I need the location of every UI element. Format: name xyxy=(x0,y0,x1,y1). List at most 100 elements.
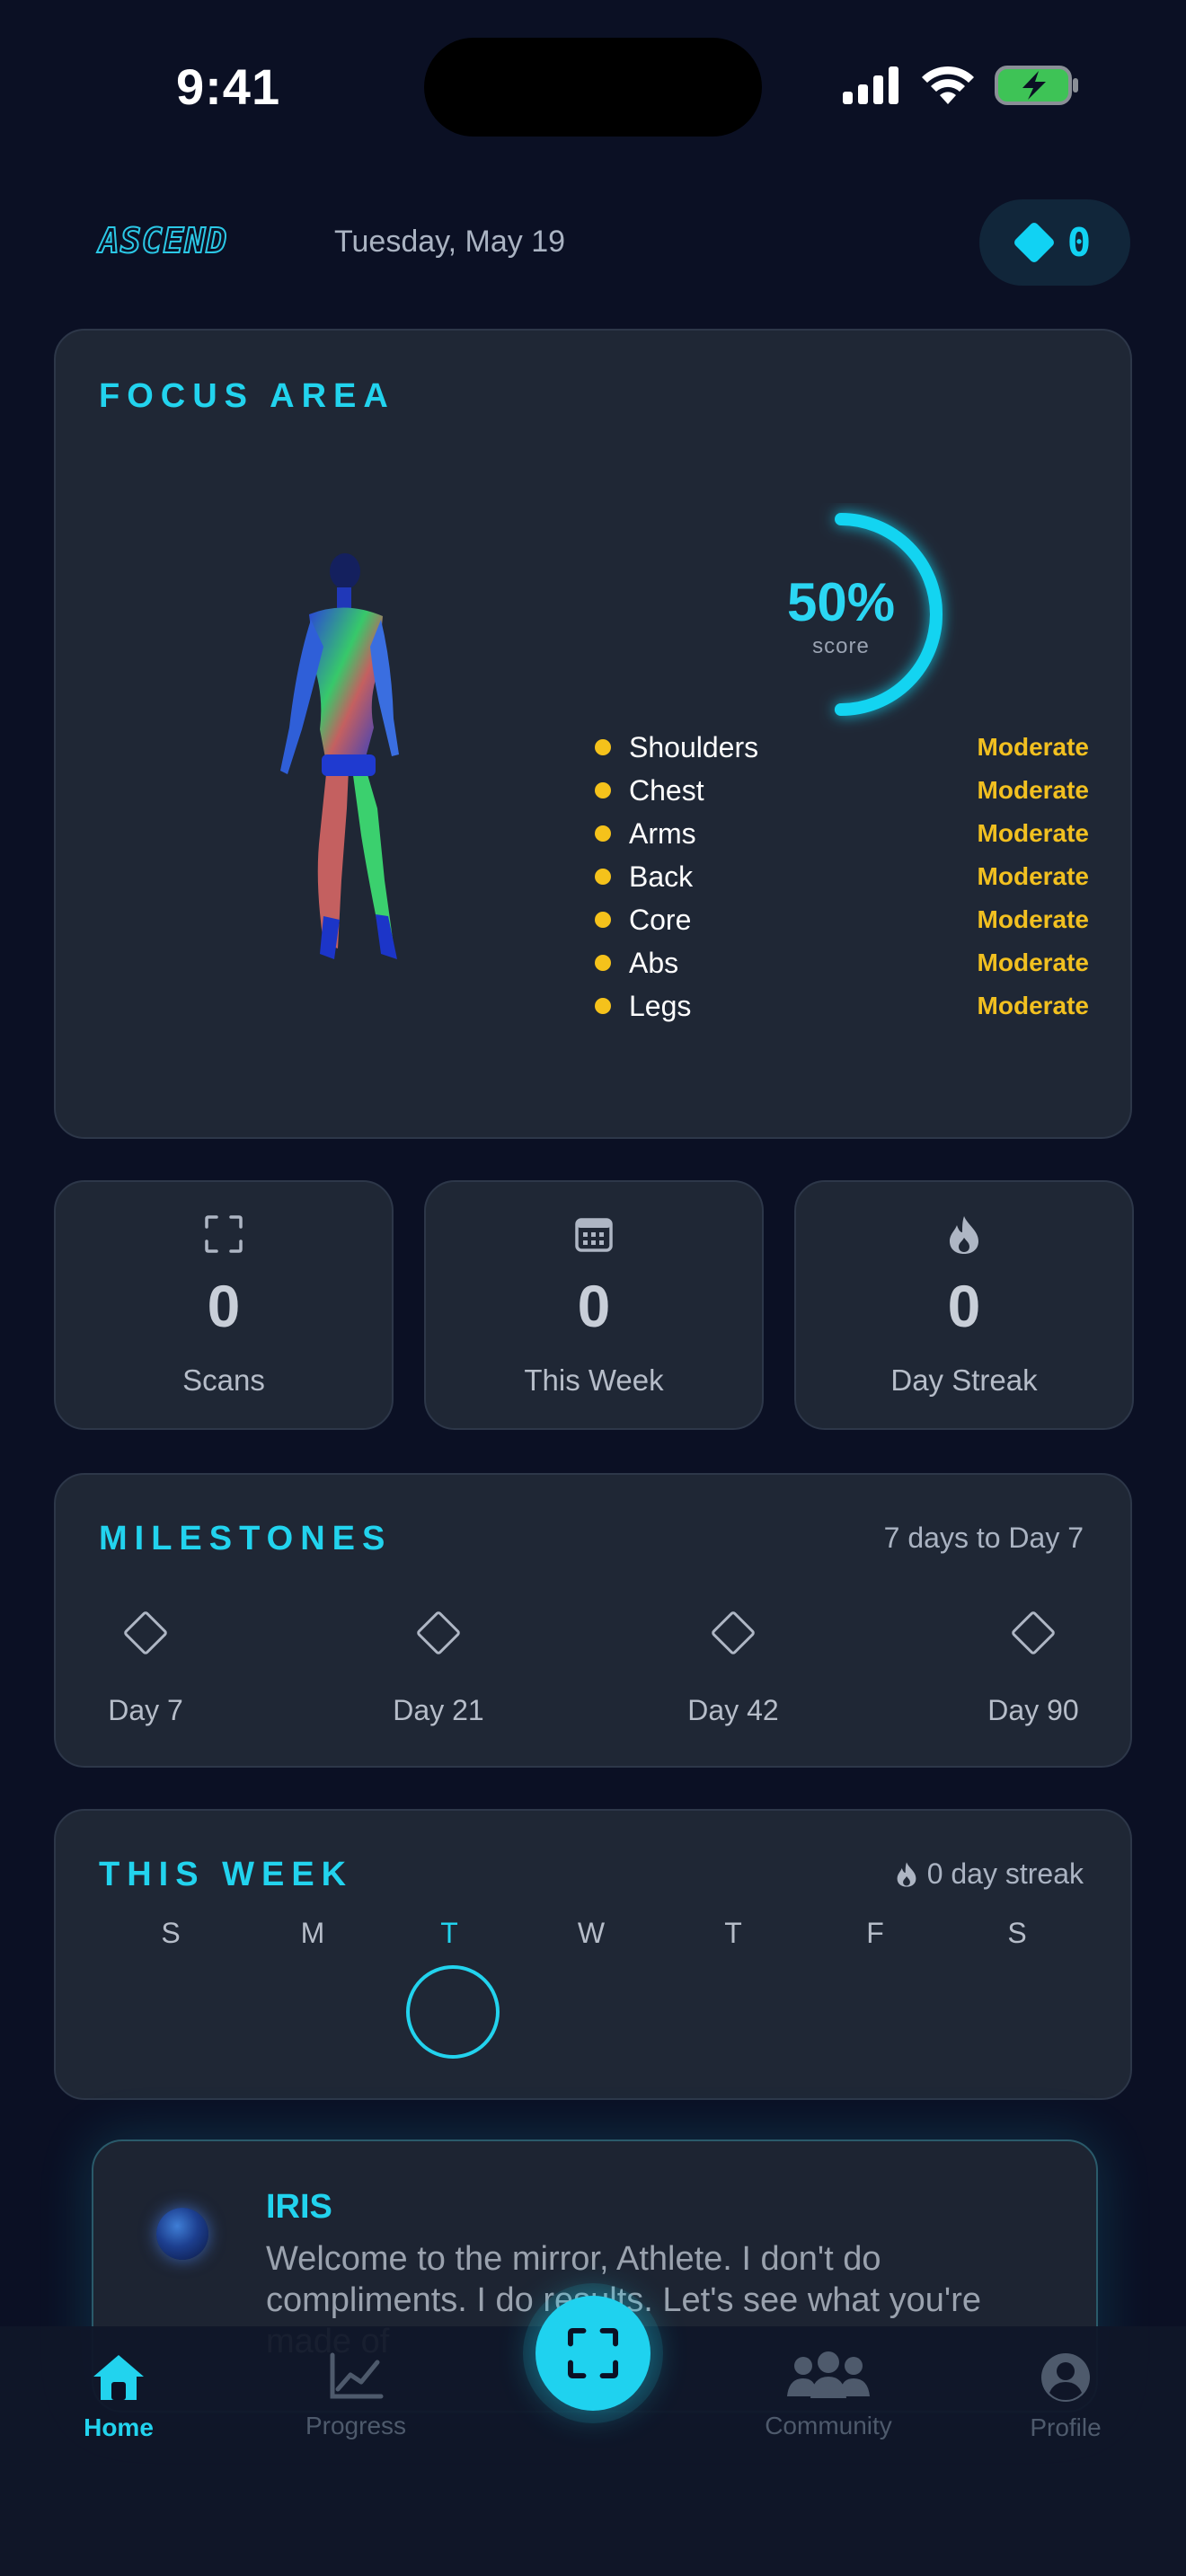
milestone-label: Day 42 xyxy=(687,1694,779,1726)
muscle-level: Moderate xyxy=(977,905,1089,933)
muscle-level: Moderate xyxy=(977,992,1089,1019)
muscle-level: Moderate xyxy=(977,862,1089,890)
today-ring[interactable] xyxy=(406,1965,500,2059)
milestone-day-21[interactable]: Day 21 xyxy=(367,1608,510,1727)
milestone-diamond-icon xyxy=(415,1610,462,1656)
flame-icon xyxy=(950,1216,978,1254)
tab-home[interactable]: Home xyxy=(29,2351,208,2442)
weekday-wednesday[interactable]: W xyxy=(555,1917,627,1950)
muscle-name: Shoulders xyxy=(629,730,759,763)
stat-label: Day Streak xyxy=(890,1363,1038,1397)
muscle-name: Arms xyxy=(629,816,696,850)
gem-icon xyxy=(1012,220,1056,265)
status-dot xyxy=(595,869,611,885)
muscle-level: Moderate xyxy=(977,948,1089,976)
this-week-title: THIS WEEK xyxy=(99,1856,354,1893)
gem-count: 0 xyxy=(1067,219,1092,266)
iris-orb-icon xyxy=(156,2208,208,2260)
stat-value: 0 xyxy=(947,1273,981,1339)
cellular-signal-icon xyxy=(843,66,898,104)
weekday-thursday[interactable]: T xyxy=(697,1917,769,1950)
milestone-diamond-icon xyxy=(1010,1610,1057,1656)
muscle-level: Moderate xyxy=(977,819,1089,847)
milestone-diamond-icon xyxy=(122,1610,169,1656)
status-icons xyxy=(841,63,1080,108)
battery-charging-icon xyxy=(995,66,1078,105)
community-icon xyxy=(787,2351,870,2398)
muscle-name: Core xyxy=(629,903,692,936)
status-time: 9:41 xyxy=(176,58,281,115)
weekday-monday[interactable]: M xyxy=(277,1917,349,1950)
muscle-row-chest[interactable]: Chest Moderate xyxy=(593,769,1089,812)
dynamic-island xyxy=(424,38,762,137)
header-date: Tuesday, May 19 xyxy=(334,225,566,259)
milestone-diamond-icon xyxy=(710,1610,757,1656)
status-dot xyxy=(595,825,611,842)
scan-frame-icon xyxy=(205,1215,243,1253)
muscle-row-abs[interactable]: Abs Moderate xyxy=(593,941,1089,984)
stat-value: 0 xyxy=(577,1273,611,1339)
weekday-tuesday-today[interactable]: T xyxy=(413,1917,485,1950)
iris-title: IRIS xyxy=(266,2188,332,2226)
tab-label: Profile xyxy=(1030,2413,1102,2441)
tab-profile[interactable]: Profile xyxy=(976,2351,1155,2442)
muscle-name: Legs xyxy=(629,989,692,1022)
milestone-label: Day 90 xyxy=(987,1694,1079,1726)
muscle-row-legs[interactable]: Legs Moderate xyxy=(593,984,1089,1028)
muscle-level: Moderate xyxy=(977,776,1089,804)
muscle-name: Chest xyxy=(629,773,704,807)
muscle-name: Abs xyxy=(629,946,679,979)
status-dot xyxy=(595,998,611,1014)
trend-chart-icon xyxy=(330,2352,384,2399)
tab-progress[interactable]: Progress xyxy=(266,2351,446,2440)
milestone-day-7[interactable]: Day 7 xyxy=(74,1608,217,1727)
scan-frame-icon xyxy=(567,2327,619,2379)
muscle-row-shoulders[interactable]: Shoulders Moderate xyxy=(593,726,1089,769)
stat-label: This Week xyxy=(524,1363,664,1397)
milestone-label: Day 21 xyxy=(393,1694,484,1726)
home-icon xyxy=(93,2355,144,2400)
milestone-day-90[interactable]: Day 90 xyxy=(961,1608,1105,1727)
muscle-row-arms[interactable]: Arms Moderate xyxy=(593,812,1089,855)
milestones-card: MILESTONES 7 days to Day 7 Day 7 Day 21 … xyxy=(54,1473,1132,1768)
tab-community[interactable]: Community xyxy=(739,2351,918,2440)
stat-card-scans[interactable]: 0 Scans xyxy=(54,1180,394,1430)
milestones-subtitle: 7 days to Day 7 xyxy=(883,1522,1084,1554)
tab-label: Community xyxy=(765,2412,892,2439)
milestone-day-42[interactable]: Day 42 xyxy=(661,1608,805,1727)
muscle-level: Moderate xyxy=(977,733,1089,761)
streak-indicator: 0 day streak xyxy=(895,1857,1084,1891)
stat-label: Scans xyxy=(182,1363,265,1397)
status-dot xyxy=(595,739,611,755)
this-week-card: THIS WEEK 0 day streak S M T W T F S xyxy=(54,1809,1132,2100)
milestone-label: Day 7 xyxy=(108,1694,183,1726)
weekday-saturday[interactable]: S xyxy=(981,1917,1053,1950)
weekday-friday[interactable]: F xyxy=(839,1917,911,1950)
muscle-row-back[interactable]: Back Moderate xyxy=(593,855,1089,898)
streak-text: 0 day streak xyxy=(926,1857,1084,1890)
scan-button[interactable] xyxy=(535,2296,651,2411)
body-model-3d[interactable] xyxy=(234,539,449,970)
weekday-sunday[interactable]: S xyxy=(135,1917,207,1950)
tab-label: Progress xyxy=(305,2412,407,2439)
score-value: 50% xyxy=(786,572,896,632)
muscle-list: Shoulders Moderate Chest Moderate Arms M… xyxy=(593,726,1089,1028)
wifi-icon xyxy=(922,66,974,104)
tab-label: Home xyxy=(84,2413,154,2441)
stat-card-this-week[interactable]: 0 This Week xyxy=(424,1180,764,1430)
muscle-row-core[interactable]: Core Moderate xyxy=(593,898,1089,941)
milestones-title: MILESTONES xyxy=(99,1520,393,1557)
muscle-name: Back xyxy=(629,860,694,893)
focus-area-title: FOCUS AREA xyxy=(99,377,395,415)
app-logo: ASCEND xyxy=(98,220,228,261)
profile-icon xyxy=(1041,2353,1090,2402)
status-dot xyxy=(595,955,611,971)
score-label: score xyxy=(812,634,870,658)
flame-icon xyxy=(897,1861,916,1887)
status-dot xyxy=(595,782,611,798)
stat-value: 0 xyxy=(207,1273,241,1339)
gems-counter-button[interactable]: 0 xyxy=(979,199,1130,286)
calendar-icon xyxy=(575,1218,613,1252)
stat-card-day-streak[interactable]: 0 Day Streak xyxy=(794,1180,1134,1430)
status-dot xyxy=(595,912,611,928)
